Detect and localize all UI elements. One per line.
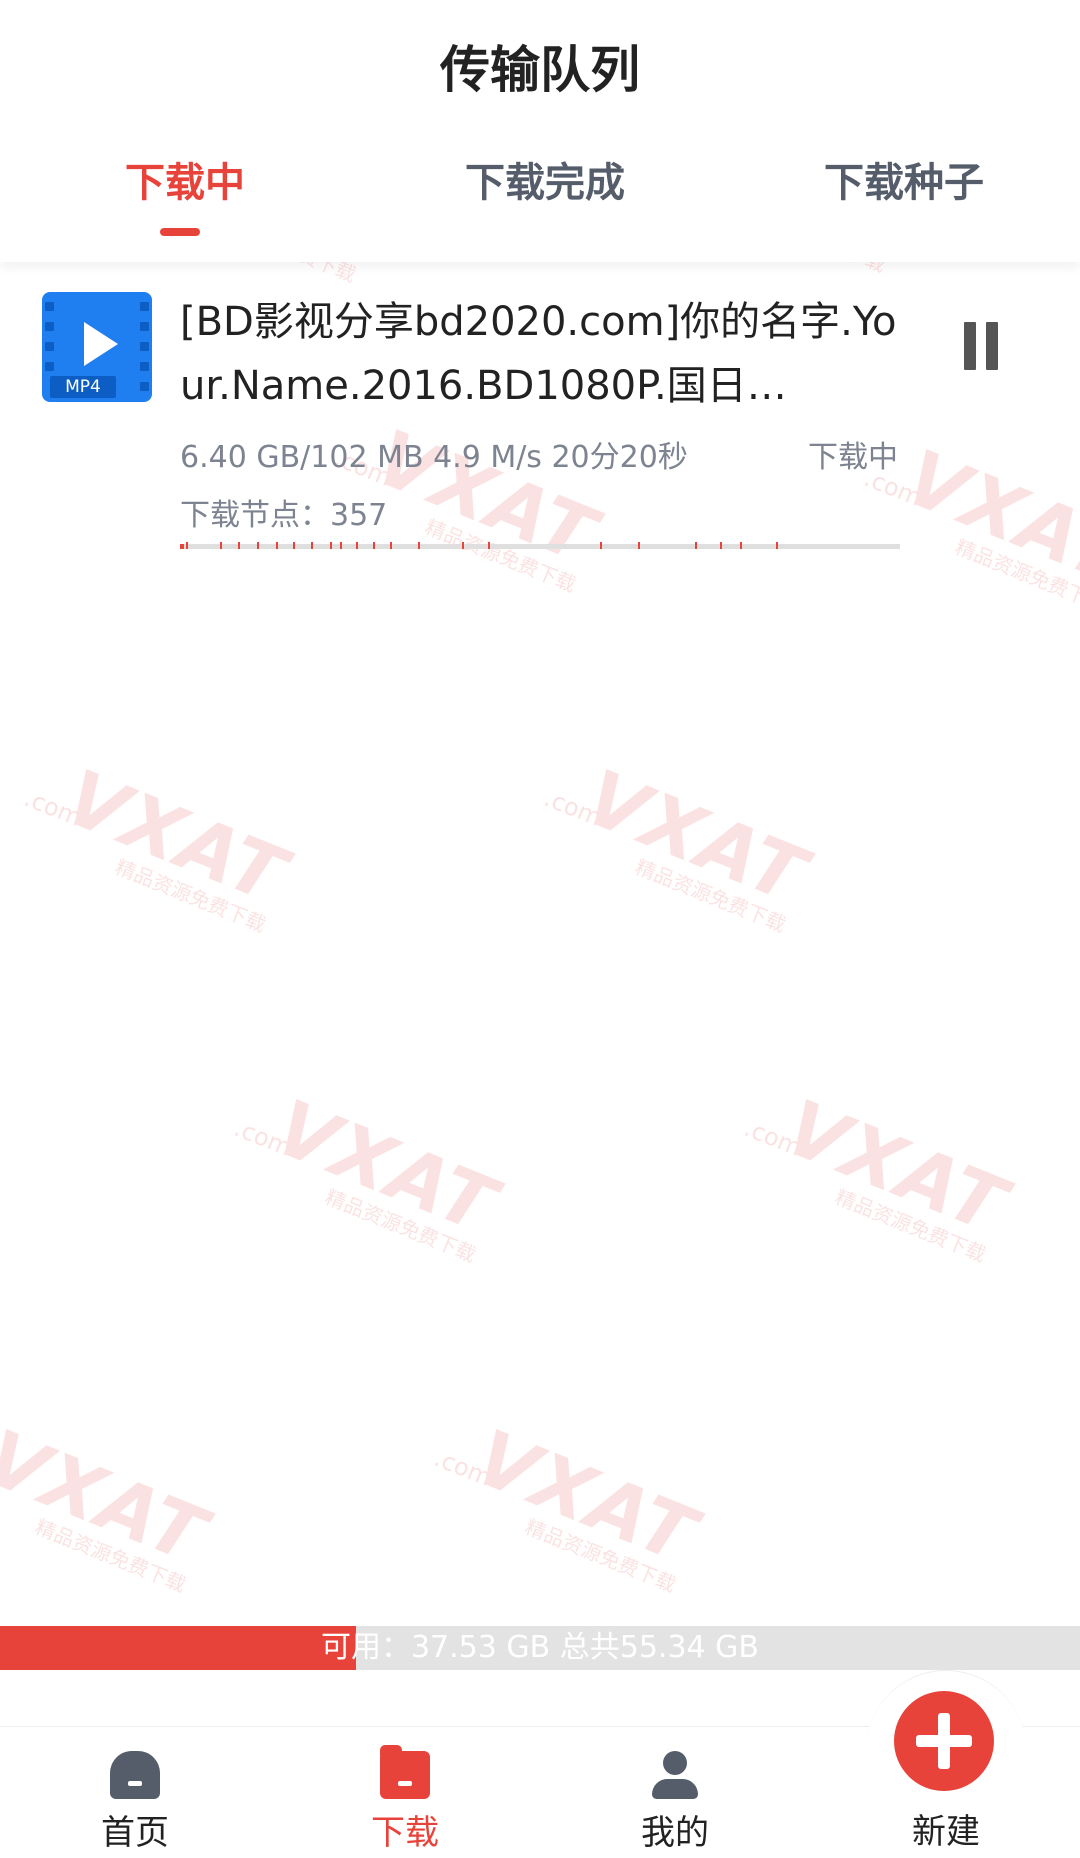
mp4-video-icon: MP4 <box>42 292 152 402</box>
page-title: 传输队列 <box>440 41 640 99</box>
download-item[interactable]: MP4 [BD影视分享bd2020.com]你的名字.Your.Name.201… <box>0 262 1080 562</box>
nav-download[interactable]: 下载 <box>325 1727 485 1858</box>
download-folder-icon <box>380 1745 430 1799</box>
play-icon <box>84 322 118 366</box>
tab-torrents[interactable]: 下载种子 <box>824 150 984 208</box>
watermark: .comVXAT精品资源免费下载 <box>230 1082 509 1267</box>
new-button-label: 新建 <box>912 1812 980 1852</box>
download-progress-bar <box>180 542 900 549</box>
nav-profile[interactable]: 我的 <box>595 1727 755 1858</box>
file-name: [BD影视分享bd2020.com]你的名字.Your.Name.2016.BD… <box>180 299 897 409</box>
watermark: .comVXAT精品资源免费下载 <box>20 752 299 937</box>
watermark: .comVXAT精品资源免费下载 <box>540 752 819 937</box>
pause-icon <box>964 322 976 370</box>
watermark: .comVXAT精品资源免费下载 <box>430 1412 709 1597</box>
tab-downloading[interactable]: 下载中 <box>125 150 245 208</box>
file-type-label: MP4 <box>50 376 116 398</box>
active-tab-indicator <box>160 228 200 236</box>
nav-home-label: 首页 <box>101 1813 169 1853</box>
watermark: .comVXAT精品资源免费下载 <box>740 1082 1019 1267</box>
tab-completed[interactable]: 下载完成 <box>465 150 625 208</box>
nav-download-label: 下载 <box>371 1813 439 1853</box>
new-button[interactable] <box>894 1691 994 1791</box>
pause-button[interactable] <box>960 322 1004 372</box>
app-header: 传输队列 下载中 下载完成 下载种子 <box>0 0 1080 262</box>
download-nodes: 下载节点：357 <box>180 498 388 533</box>
nav-home[interactable]: 首页 <box>55 1727 215 1858</box>
watermark: .comVXAT精品资源免费下载 <box>0 1412 219 1597</box>
storage-text: 可用：37.53 GB 总共55.34 GB <box>320 1630 760 1665</box>
home-icon <box>110 1751 160 1799</box>
nav-profile-label: 我的 <box>641 1813 709 1853</box>
user-icon <box>650 1751 700 1799</box>
download-status: 下载中 <box>808 440 898 475</box>
download-stats: 6.40 GB/102 MB 4.9 M/s 20分20秒 <box>180 440 688 475</box>
storage-usage-bar: 可用：37.53 GB 总共55.34 GB <box>0 1626 1080 1670</box>
